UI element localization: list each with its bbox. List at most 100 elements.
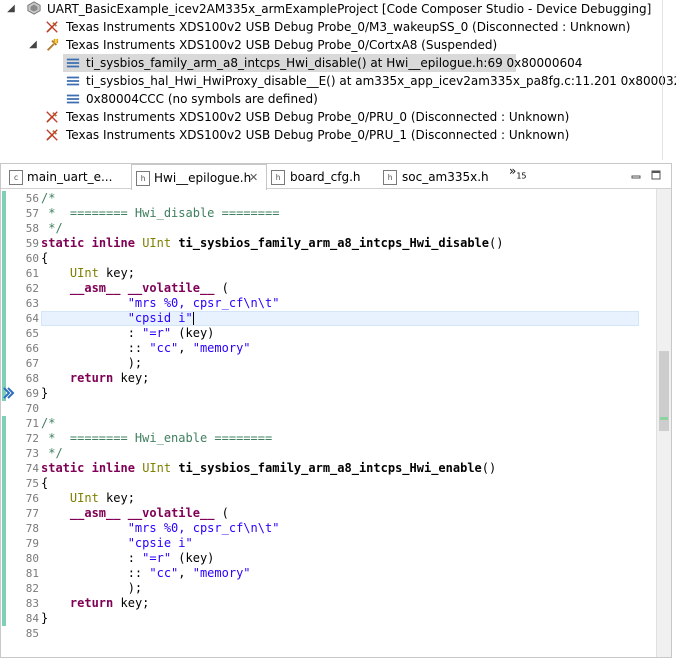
code-token: ); <box>41 581 143 595</box>
change-marker <box>2 191 6 401</box>
frame-label: 0x80004CCC (no symbols are defined) <box>86 92 318 106</box>
tab-main-uart[interactable]: c main_uart_e... <box>7 164 127 188</box>
tab-soc-am335x[interactable]: h soc_am335x.h <box>381 164 491 188</box>
code-token: __asm__ <box>69 506 121 520</box>
tab-board-cfg[interactable]: h board_cfg.h <box>269 164 369 188</box>
tab-hwi-epilogue[interactable]: h Hwi__epilogue.h ✕ <box>131 164 267 190</box>
tab-label: main_uart_e... <box>27 170 113 184</box>
debug-project-row[interactable]: ◢ UART_BasicExample_icev2AM335x_armExamp… <box>0 0 676 18</box>
line-number: 56 <box>25 192 39 205</box>
collapse-arrow-icon[interactable]: ◢ <box>28 36 38 54</box>
minimize-icon[interactable] <box>631 170 641 180</box>
tab-label: soc_am335x.h <box>402 170 489 184</box>
line-number: 75 <box>25 477 39 490</box>
code-line: ); <box>41 581 142 596</box>
code-token: __volatile__ <box>127 506 215 520</box>
collapse-arrow-icon[interactable]: ◢ <box>6 0 16 18</box>
line-number: 78 <box>25 522 39 535</box>
code-token: key; <box>98 266 135 280</box>
vertical-scrollbar[interactable] <box>656 189 671 657</box>
maximize-icon[interactable] <box>651 170 661 180</box>
disconnected-thread-icon <box>46 21 58 33</box>
code-line: static inline UInt ti_sysbios_family_arm… <box>41 236 503 251</box>
debug-thread-row[interactable]: ◢ Texas Instruments XDS100v2 USB Debug P… <box>0 36 676 54</box>
code-line: } <box>41 611 48 626</box>
c-file-icon: c <box>9 170 23 185</box>
tab-overflow-button[interactable]: »15 <box>509 164 535 180</box>
code-line: __asm__ __volatile__ ( <box>41 506 229 521</box>
code-token: __asm__ <box>69 281 121 295</box>
thread-label: Texas Instruments XDS100v2 USB Debug Pro… <box>66 20 631 34</box>
line-number: 74 <box>25 462 39 475</box>
code-line: } <box>41 386 48 401</box>
stack-frame-icon <box>66 76 80 86</box>
line-number: 79 <box>25 537 39 550</box>
line-number: 60 <box>25 252 39 265</box>
debug-thread-row[interactable]: Texas Instruments XDS100v2 USB Debug Pro… <box>0 108 676 126</box>
line-number: 71 <box>25 417 39 430</box>
code-token: ( <box>214 281 229 295</box>
code-token: "=r" <box>142 326 172 340</box>
h-file-icon: h <box>383 170 397 185</box>
code-token: :: <box>41 341 150 355</box>
stack-frame-row[interactable]: ti_sysbios_hal_Hwi_HwiProxy_disable__E()… <box>0 72 676 90</box>
code-line: return key; <box>41 371 149 386</box>
debug-thread-row[interactable]: Texas Instruments XDS100v2 USB Debug Pro… <box>0 126 676 144</box>
code-token: UInt <box>142 236 172 250</box>
stack-frame-row[interactable]: ti_sysbios_family_arm_a8_intcps_Hwi_disa… <box>0 54 676 72</box>
code-token: (key) <box>171 326 215 340</box>
stack-frame-icon <box>66 58 80 68</box>
code-token: "cc" <box>149 341 179 355</box>
code-token: :: <box>41 566 150 580</box>
close-tab-icon[interactable]: ✕ <box>249 165 258 191</box>
code-token: "cpsie i" <box>127 536 193 550</box>
code-token: UInt <box>69 266 99 280</box>
line-number: 84 <box>25 612 39 625</box>
frame-label: ti_sysbios_hal_Hwi_HwiProxy_disable__E()… <box>86 74 676 88</box>
code-token: ); <box>41 356 143 370</box>
debug-thread-row[interactable]: Texas Instruments XDS100v2 USB Debug Pro… <box>0 18 676 36</box>
editor-tab-bar: c main_uart_e... h Hwi__epilogue.h ✕ h b… <box>1 164 671 190</box>
code-token: "memory" <box>192 566 251 580</box>
code-line: __asm__ __volatile__ ( <box>41 281 229 296</box>
line-number: 73 <box>25 447 39 460</box>
code-token: (key) <box>171 551 215 565</box>
code-editor: c main_uart_e... h Hwi__epilogue.h ✕ h b… <box>0 163 672 658</box>
code-token: () <box>481 461 497 475</box>
line-number: 58 <box>25 222 39 235</box>
code-area[interactable]: 56/* 57 * ======== Hwi_disable ======== 58… <box>1 189 656 657</box>
code-token: * ======== Hwi_enable ======== <box>41 431 273 445</box>
thread-label: Texas Instruments XDS100v2 USB Debug Pro… <box>66 38 498 52</box>
stack-frame-icon <box>66 94 80 104</box>
code-line: UInt key; <box>41 491 135 506</box>
stack-frame-row[interactable]: 0x80004CCC (no symbols are defined) <box>0 90 676 108</box>
code-token: inline <box>91 236 135 250</box>
code-line: return key; <box>41 596 149 611</box>
code-token: "=r" <box>142 551 172 565</box>
line-number: 64 <box>25 312 39 325</box>
code-token: : <box>41 551 143 565</box>
line-number: 59 <box>25 237 39 250</box>
debug-project-label: UART_BasicExample_icev2AM335x_armExample… <box>47 2 652 16</box>
line-number: 66 <box>25 342 39 355</box>
line-number: 72 <box>25 432 39 445</box>
change-marker <box>2 416 6 626</box>
code-line: */ <box>41 221 62 236</box>
text-cursor <box>192 312 194 325</box>
line-number: 76 <box>25 492 39 505</box>
line-number: 61 <box>25 267 39 280</box>
overview-ruler-marker[interactable] <box>660 417 668 420</box>
code-token: , <box>178 566 193 580</box>
h-file-icon: h <box>271 170 285 185</box>
disconnected-thread-icon <box>46 111 58 123</box>
code-token: /* <box>41 191 56 205</box>
suspended-thread-icon <box>46 38 59 51</box>
code-token: "memory" <box>192 341 251 355</box>
